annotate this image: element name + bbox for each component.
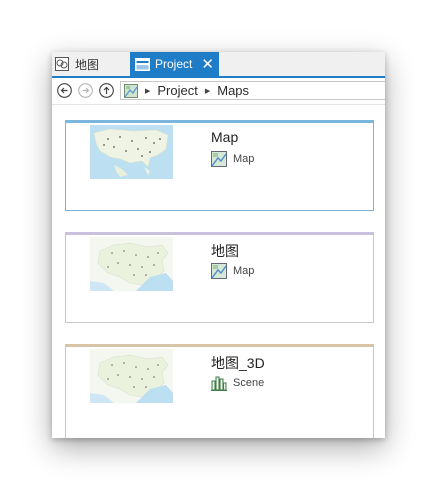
item-title: 地图 — [211, 243, 239, 259]
map-thumbnail-china — [90, 237, 173, 291]
item-type: Scene — [211, 375, 264, 391]
tab-map-label: 地图 — [75, 57, 100, 72]
breadcrumb-separator-icon: ▶ — [204, 87, 211, 95]
item-type-label: Scene — [233, 377, 265, 389]
folder-map-icon — [124, 83, 138, 98]
map-thumbnail-usa — [90, 125, 173, 179]
item-accent-bar — [65, 344, 374, 347]
breadcrumb[interactable]: ▶ Project ▶ Maps — [120, 81, 385, 100]
tab-strip: 地图 Project ✕ — [52, 52, 385, 78]
catalog-window: 地图 Project ✕ ▶ Project ▶ Maps Map Map 地图… — [52, 52, 385, 438]
tab-underline — [52, 76, 385, 78]
item-type: Map — [211, 151, 254, 167]
item-accent-bar — [65, 120, 374, 123]
forward-icon[interactable] — [78, 83, 93, 98]
divider — [52, 104, 385, 105]
item-accent-bar — [65, 232, 374, 235]
list-item-scene[interactable]: 地图_3D Scene — [65, 344, 374, 438]
up-icon[interactable] — [99, 83, 114, 98]
scene-thumbnail-china — [90, 349, 173, 403]
back-icon[interactable] — [57, 83, 72, 98]
list-item-map[interactable]: Map Map — [65, 120, 374, 211]
item-title: 地图_3D — [211, 355, 265, 371]
breadcrumb-maps[interactable]: Maps — [217, 83, 249, 98]
scene-icon — [211, 376, 227, 391]
map-frame-icon — [55, 57, 69, 71]
close-icon[interactable]: ✕ — [201, 57, 214, 72]
map-icon — [211, 263, 227, 279]
item-title: Map — [211, 129, 239, 145]
navigation-bar: ▶ Project ▶ Maps — [52, 79, 385, 103]
item-type-label: Map — [233, 153, 255, 165]
tab-project[interactable]: Project ✕ — [130, 52, 219, 76]
catalog-pane-icon — [135, 57, 150, 71]
tab-project-label: Project — [155, 57, 193, 71]
item-type: Map — [211, 263, 254, 279]
item-type-label: Map — [233, 265, 255, 277]
tab-map[interactable]: 地图 — [55, 52, 128, 76]
breadcrumb-project[interactable]: Project — [157, 83, 197, 98]
breadcrumb-separator-icon: ▶ — [145, 87, 151, 95]
list-item-map-cn[interactable]: 地图 Map — [65, 232, 374, 323]
map-icon — [211, 151, 227, 167]
